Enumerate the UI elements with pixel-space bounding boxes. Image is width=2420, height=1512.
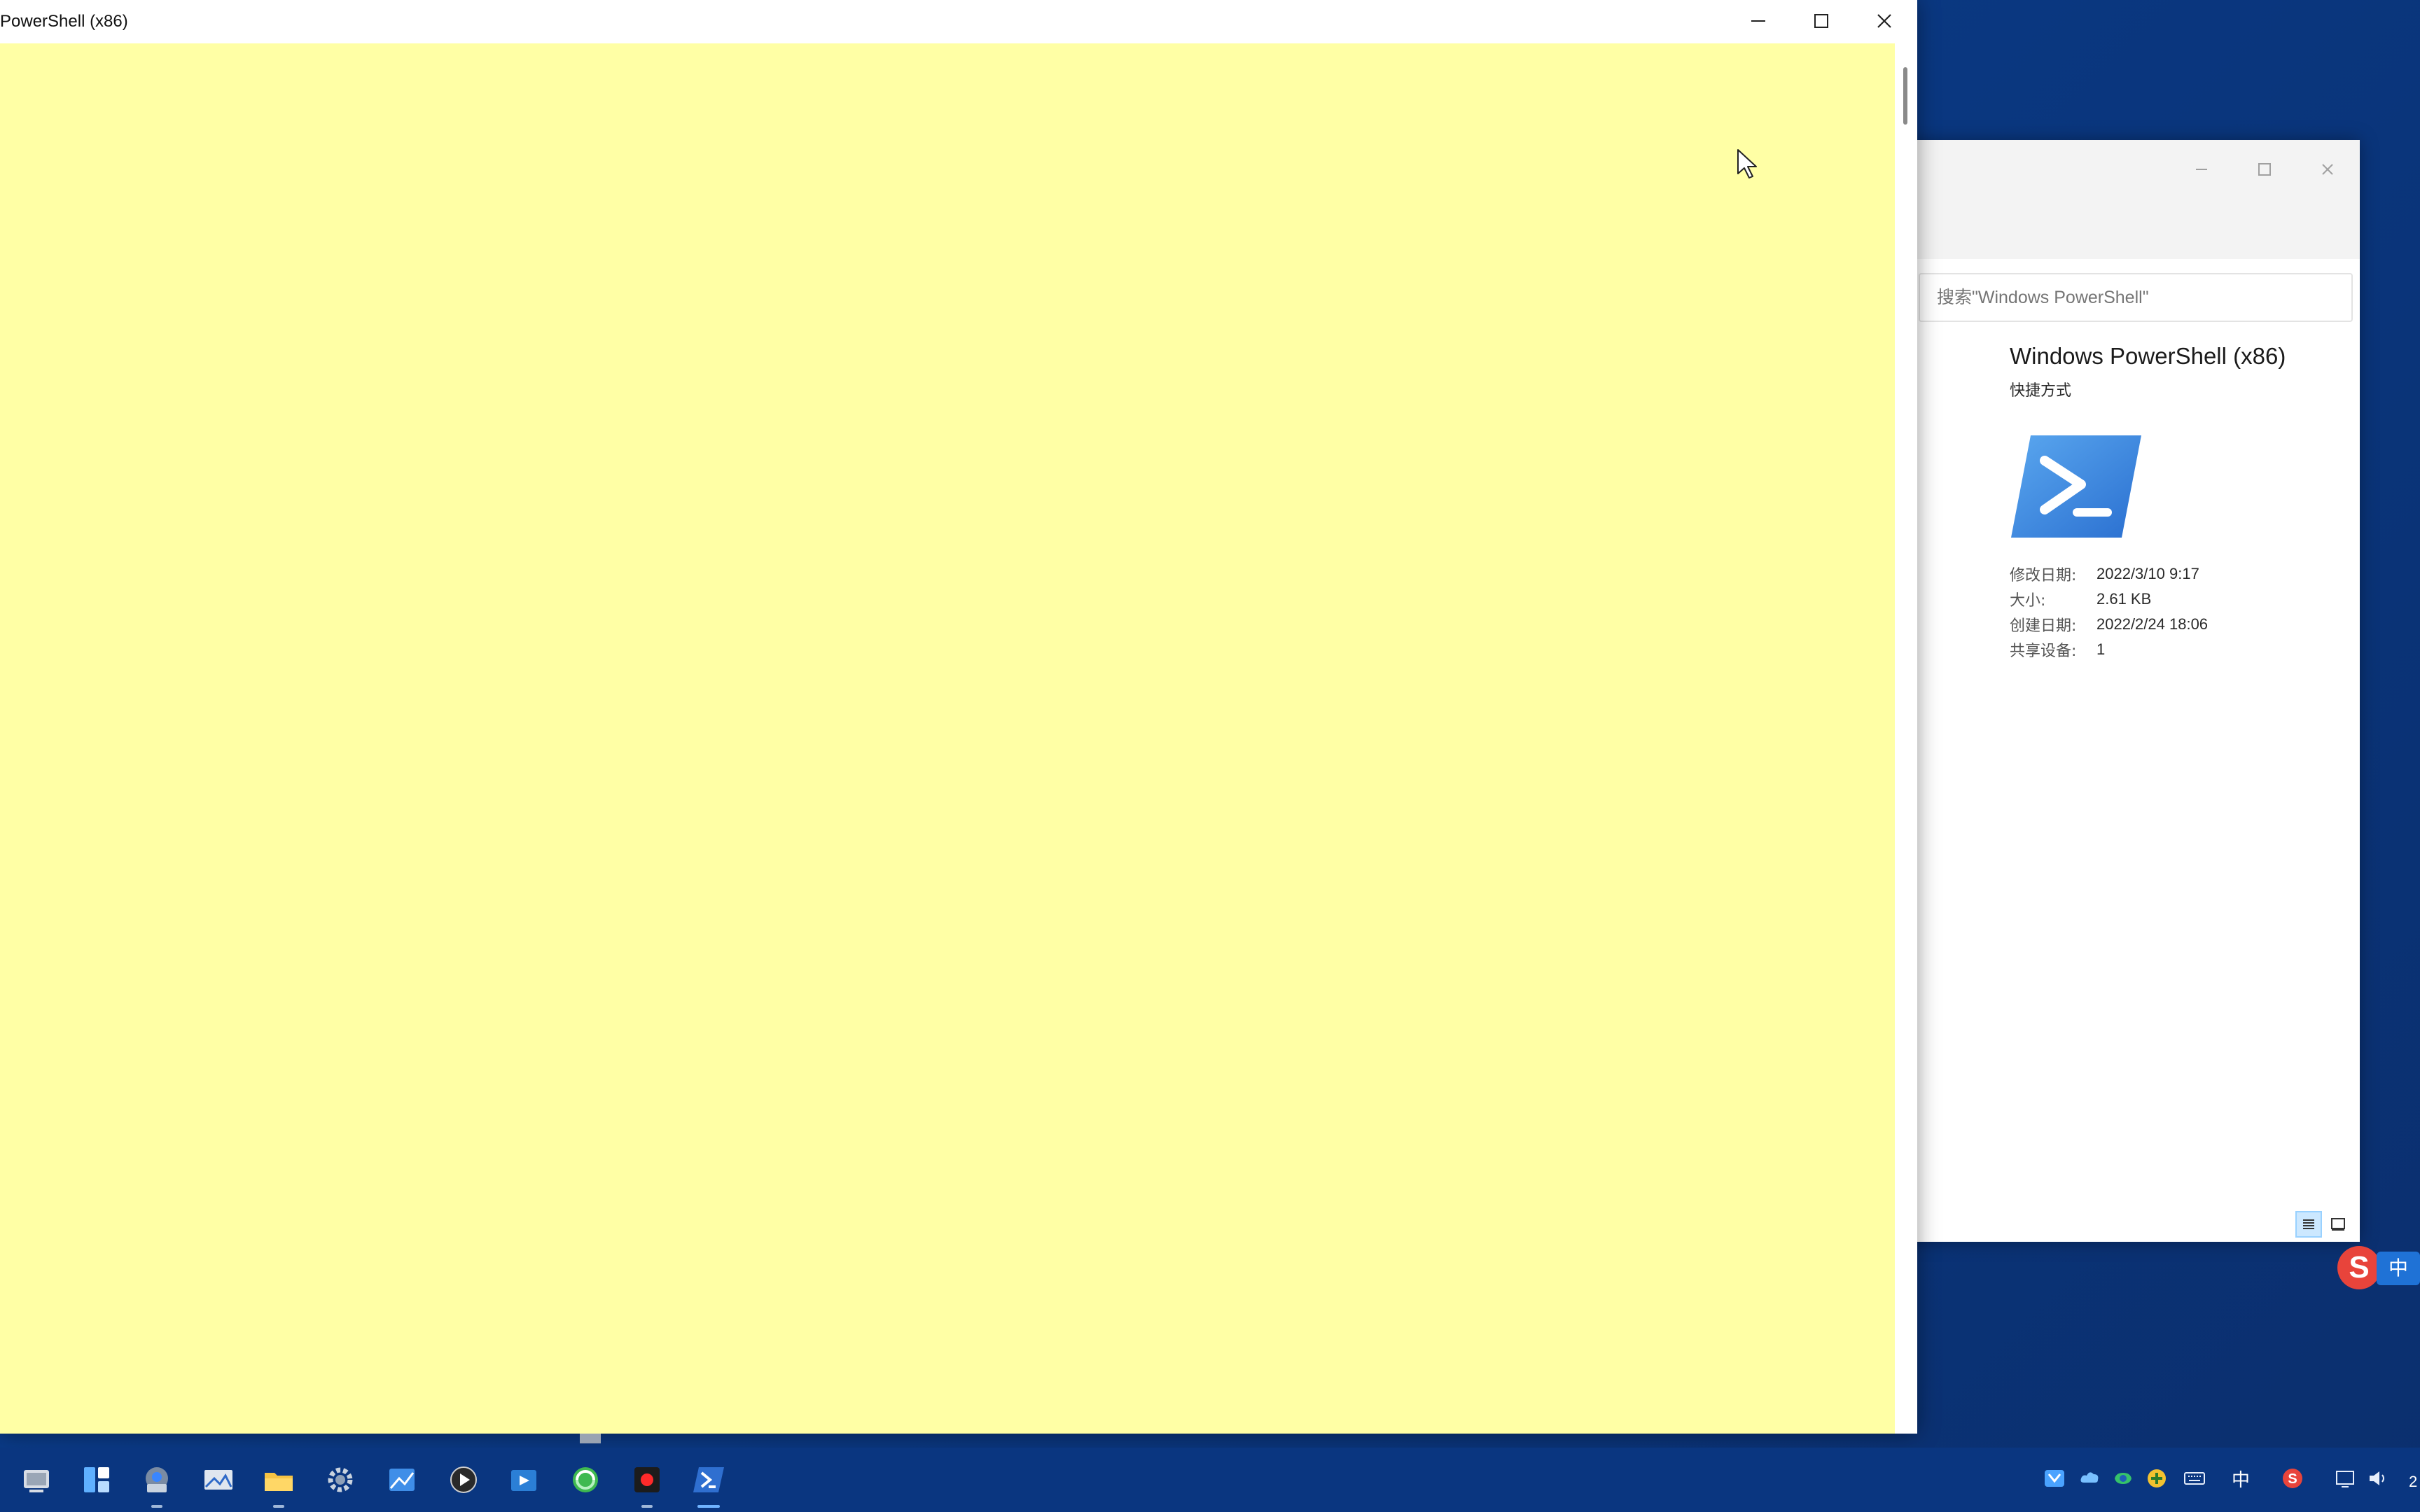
task-view-icon[interactable] xyxy=(17,1460,56,1499)
screen-recorder-icon[interactable] xyxy=(627,1460,667,1508)
selected-item-type: 快捷方式 xyxy=(2010,382,2072,400)
minimize-button[interactable] xyxy=(1727,0,1790,42)
video-editor-icon[interactable] xyxy=(504,1460,543,1499)
property-label: 共享设备: xyxy=(2010,643,2077,660)
ime-status-bar[interactable]: S 中 xyxy=(2337,1246,2420,1292)
network-icon[interactable] xyxy=(2332,1462,2360,1495)
minimize-icon xyxy=(2196,169,2207,170)
property-label: 修改日期: xyxy=(2010,567,2077,584)
maximize-button[interactable] xyxy=(1790,0,1853,42)
close-button[interactable] xyxy=(1853,0,1916,42)
explorer-search-input[interactable] xyxy=(1919,273,2353,322)
details-pane: Windows PowerShell (x86) 快捷方式 xyxy=(2010,343,2346,400)
property-value: 2022/3/10 9:17 xyxy=(2096,565,2199,582)
property-row: 共享设备: 1 xyxy=(2010,637,2346,662)
taskbar-overflow-handle[interactable] xyxy=(580,1434,601,1443)
maximize-icon xyxy=(1814,14,1828,28)
explorer-maximize-button[interactable] xyxy=(2237,148,2293,190)
file-explorer-icon[interactable] xyxy=(259,1460,298,1508)
clock-fragment[interactable]: 2 xyxy=(2409,1473,2417,1491)
details-view-button[interactable] xyxy=(2295,1211,2322,1238)
powershell-titlebar[interactable]: PowerShell (x86) xyxy=(0,0,1917,43)
ime-language-indicator: 中 xyxy=(2377,1252,2420,1285)
explorer-minimize-button[interactable] xyxy=(2174,148,2230,190)
tiles-view-icon xyxy=(2331,1218,2345,1231)
sogou-tray-icon[interactable]: S xyxy=(2279,1462,2307,1495)
keyboard-icon[interactable] xyxy=(2181,1462,2209,1495)
tray-app-icon[interactable] xyxy=(2040,1462,2068,1495)
maximize-icon xyxy=(2258,163,2271,176)
property-row: 创建日期: 2022/2/24 18:06 xyxy=(2010,612,2346,637)
widgets-icon[interactable] xyxy=(77,1460,116,1499)
property-value: 2.61 KB xyxy=(2096,590,2152,608)
property-label: 创建日期: xyxy=(2010,617,2077,635)
desktop: Windows PowerShell (x86) 快捷方式 修改日期: 2022… xyxy=(0,0,2420,1512)
settings-icon[interactable] xyxy=(321,1460,360,1499)
selected-item-name: Windows PowerShell (x86) xyxy=(2010,343,2286,369)
sogou-logo-icon: S xyxy=(2337,1246,2381,1289)
property-label: 大小: xyxy=(2010,592,2046,610)
powershell-window: PowerShell (x86) xyxy=(0,0,1917,1434)
volume-icon[interactable] xyxy=(2364,1462,2392,1495)
properties-list: 修改日期: 2022/3/10 9:17 大小: 2.61 KB 创建日期: 2… xyxy=(2010,561,2346,662)
tray-cloud-icon[interactable] xyxy=(2075,1462,2103,1495)
browser-icon[interactable] xyxy=(566,1460,605,1499)
tray-security-icon[interactable] xyxy=(2109,1462,2137,1495)
file-explorer-window: Windows PowerShell (x86) 快捷方式 修改日期: 2022… xyxy=(1905,140,2360,1242)
media-player-icon[interactable] xyxy=(444,1460,483,1499)
property-value: 2022/2/24 18:06 xyxy=(2096,615,2209,633)
window-title: PowerShell (x86) xyxy=(0,12,128,31)
details-view-icon xyxy=(2303,1219,2314,1229)
photos-icon[interactable] xyxy=(382,1460,422,1499)
powershell-icon[interactable] xyxy=(689,1460,728,1508)
svg-text:S: S xyxy=(2288,1471,2297,1487)
powershell-large-icon xyxy=(2011,435,2141,538)
network-monitor-icon[interactable] xyxy=(137,1460,176,1508)
ime-mode-indicator[interactable]: 中 xyxy=(2227,1462,2255,1495)
mouse-pointer-icon xyxy=(1737,149,1757,178)
vertical-scrollbar[interactable] xyxy=(1895,43,1917,1434)
scrollbar-thumb[interactable] xyxy=(1903,67,1907,125)
explorer-close-button[interactable] xyxy=(2300,148,2356,190)
tiles-view-button[interactable] xyxy=(2325,1211,2351,1238)
property-row: 修改日期: 2022/3/10 9:17 xyxy=(2010,561,2346,587)
property-row: 大小: 2.61 KB xyxy=(2010,587,2346,612)
close-icon xyxy=(2322,164,2333,175)
image-viewer-icon[interactable] xyxy=(199,1460,238,1499)
tray-update-icon[interactable] xyxy=(2143,1462,2171,1495)
close-icon xyxy=(1877,14,1891,28)
minimize-icon xyxy=(1751,20,1765,22)
console-area[interactable] xyxy=(0,43,1895,1434)
property-value: 1 xyxy=(2096,640,2106,658)
